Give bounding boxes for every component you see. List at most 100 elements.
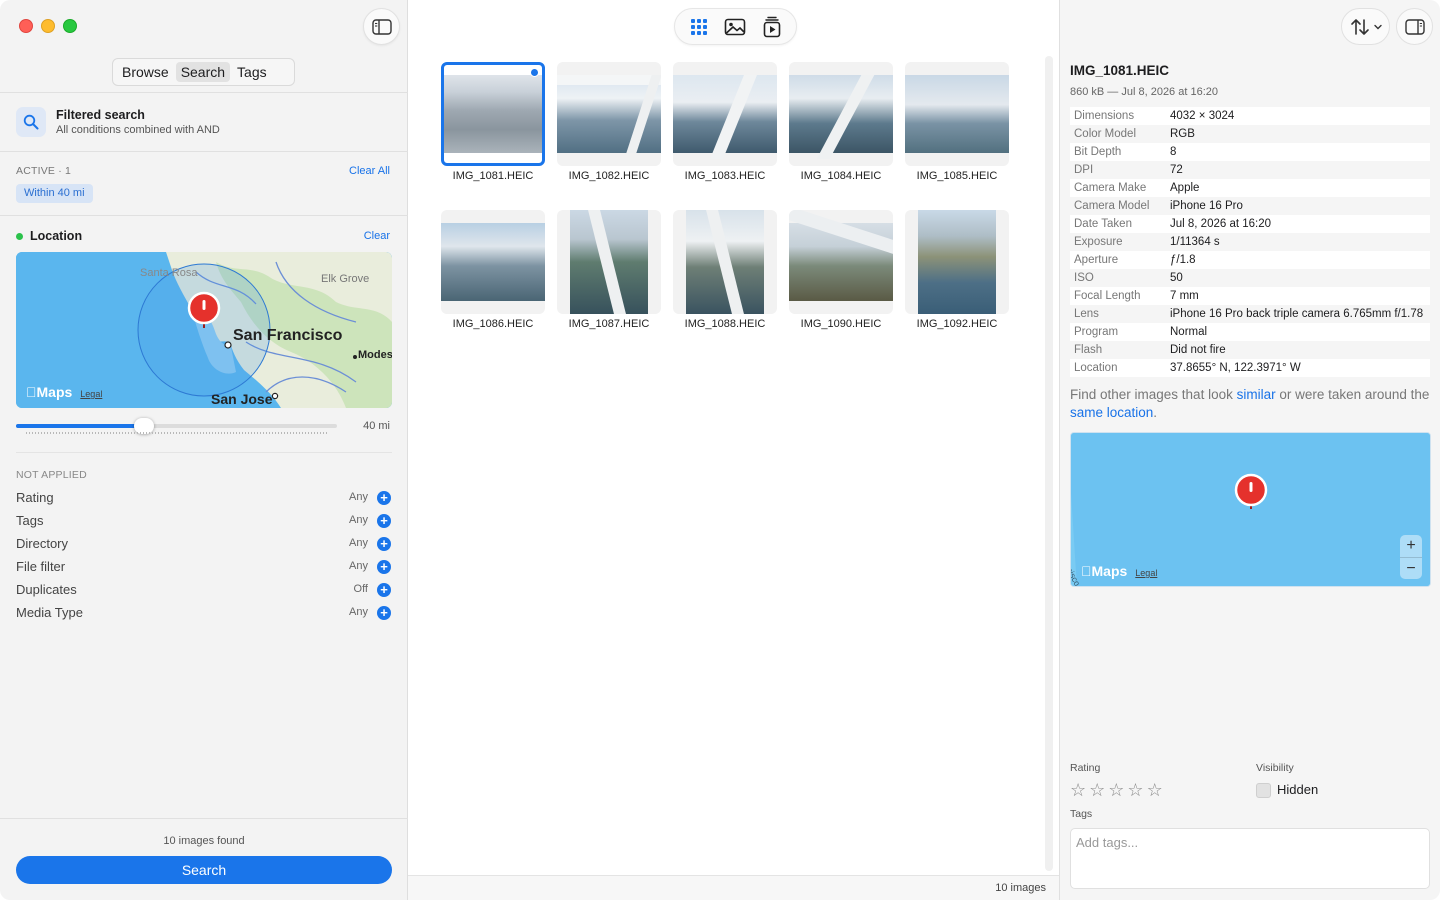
sort-menu-button[interactable] — [1341, 8, 1390, 45]
thumbnail[interactable] — [441, 62, 545, 166]
meta-key: Aperture — [1074, 254, 1119, 266]
minimize-window-button[interactable] — [41, 19, 55, 33]
zoom-out-button[interactable]: − — [1400, 558, 1422, 580]
tab-browse[interactable]: Browse — [117, 62, 174, 82]
wing-shape — [557, 75, 661, 85]
image-grid-pane: IMG_1081.HEIC IMG_1082.HEIC IMG_1083.HEI… — [408, 0, 1059, 900]
view-mode-switcher — [674, 8, 797, 45]
find-similar-text: Find other images that look similar or w… — [1070, 386, 1430, 422]
file-meta: 860 kB — Jul 8, 2026 at 16:20 — [1070, 86, 1218, 98]
star-icon[interactable]: ☆ — [1108, 781, 1124, 799]
meta-key: Exposure — [1074, 236, 1123, 248]
meta-value: Jul 8, 2026 at 16:20 — [1170, 218, 1272, 230]
meta-value: Did not fire — [1170, 344, 1226, 356]
thumbnail[interactable] — [673, 62, 777, 166]
hidden-checkbox-label[interactable]: Hidden — [1277, 782, 1318, 797]
aerial-photo — [905, 75, 1009, 153]
thumbnail[interactable] — [557, 62, 661, 166]
radius-slider-fill — [16, 424, 145, 428]
star-icon[interactable]: ☆ — [1089, 781, 1105, 799]
tags-input[interactable]: Add tags... — [1070, 828, 1430, 889]
thumbnail-caption: IMG_1082.HEIC — [568, 170, 650, 182]
similar-link[interactable]: similar — [1237, 387, 1276, 402]
metadata-row: Aperture ƒ/1.8 — [1070, 251, 1430, 269]
thumbnail[interactable] — [905, 62, 1009, 166]
thumbnail[interactable] — [905, 210, 1009, 314]
grid-scrollbar[interactable] — [1045, 56, 1053, 871]
map-label-modesto: Modes — [358, 349, 392, 361]
location-map[interactable]: Santa Rosa Elk Grove San Francisco Modes… — [16, 252, 392, 408]
star-icon[interactable]: ☆ — [1147, 781, 1163, 799]
filter-row-tags[interactable]: Tags Any + — [16, 511, 392, 531]
single-image-view-button[interactable] — [720, 15, 750, 39]
meta-value: 37.8655° N, 122.3971° W — [1170, 362, 1301, 374]
hidden-checkbox[interactable] — [1256, 783, 1271, 798]
meta-value: Normal — [1170, 326, 1208, 338]
location-clear-button[interactable]: Clear — [364, 230, 390, 242]
divider — [0, 215, 408, 216]
clear-all-button[interactable]: Clear All — [349, 165, 390, 177]
add-filter-icon[interactable]: + — [377, 514, 391, 528]
filter-value: Off — [353, 583, 368, 595]
thumbnail-caption: IMG_1090.HEIC — [800, 318, 882, 330]
grid-view-button[interactable] — [684, 15, 714, 39]
metadata-row: Dimensions 4032 × 3024 — [1070, 107, 1430, 125]
filter-row-file-filter[interactable]: File filter Any + — [16, 557, 392, 577]
meta-key: Camera Make — [1074, 182, 1147, 194]
zoom-window-button[interactable] — [63, 19, 77, 33]
star-icon[interactable]: ☆ — [1070, 781, 1086, 799]
filter-label: Tags — [16, 513, 44, 528]
active-filters-header: ACTIVE · 1 — [16, 165, 72, 177]
add-filter-icon[interactable]: + — [377, 560, 391, 574]
map-legal-link[interactable]: Legal — [1135, 568, 1157, 578]
filter-value: Any — [349, 514, 368, 526]
filter-row-rating[interactable]: Rating Any + — [16, 488, 392, 508]
radius-slider-track[interactable] — [16, 424, 337, 428]
thumbnail[interactable] — [789, 210, 893, 314]
add-filter-icon[interactable]: + — [377, 537, 391, 551]
map-zoom-control: + − — [1400, 535, 1422, 579]
thumbnail-caption: IMG_1087.HEIC — [568, 318, 650, 330]
radius-slider-ticks — [26, 432, 329, 434]
image-count: 10 images — [995, 882, 1046, 894]
location-active-indicator — [16, 233, 23, 240]
metadata-row: Program Normal — [1070, 323, 1430, 341]
thumbnail[interactable] — [441, 210, 545, 314]
thumbnail[interactable] — [557, 210, 661, 314]
add-filter-icon[interactable]: + — [377, 606, 391, 620]
status-bar: 10 images — [408, 875, 1059, 900]
thumbnail[interactable] — [673, 210, 777, 314]
inspector-pane: IMG_1081.HEIC 860 kB — Jul 8, 2026 at 16… — [1059, 0, 1440, 900]
filter-row-duplicates[interactable]: Duplicates Off + — [16, 580, 392, 600]
map-label-san-francisco: San Francisco — [233, 327, 343, 344]
filter-row-media-type[interactable]: Media Type Any + — [16, 603, 392, 623]
image-location-map[interactable]: San Francisco Bay Maps Legal + − — [1070, 432, 1431, 587]
filter-row-directory[interactable]: Directory Any + — [16, 534, 392, 554]
map-legal-link[interactable]: Legal — [80, 389, 102, 399]
search-button[interactable]: Search — [16, 856, 392, 884]
slideshow-view-button[interactable] — [757, 15, 787, 39]
add-filter-icon[interactable]: + — [377, 583, 391, 597]
meta-value: 72 — [1170, 164, 1183, 176]
add-filter-icon[interactable]: + — [377, 491, 391, 505]
slideshow-icon — [763, 16, 781, 37]
divider — [16, 452, 392, 453]
tab-tags[interactable]: Tags — [232, 62, 272, 82]
metadata-row: Color Model RGB — [1070, 125, 1430, 143]
thumbnail[interactable] — [789, 62, 893, 166]
map-label-san-jose: San Jose — [211, 391, 273, 407]
sort-icon — [1350, 18, 1369, 35]
not-applied-header: NOT APPLIED — [16, 469, 87, 481]
metadata-row: Bit Depth 8 — [1070, 143, 1430, 161]
meta-value: 1/11364 s — [1170, 236, 1220, 248]
zoom-in-button[interactable]: + — [1400, 535, 1422, 557]
tab-search[interactable]: Search — [175, 62, 231, 82]
divider — [0, 818, 408, 819]
star-icon[interactable]: ☆ — [1127, 781, 1143, 799]
thumbnail-caption: IMG_1086.HEIC — [452, 318, 534, 330]
active-filter-chip[interactable]: Within 40 mi — [16, 184, 93, 203]
close-window-button[interactable] — [19, 19, 33, 33]
sidebar-toggle-button[interactable] — [363, 8, 400, 45]
inspector-toggle-button[interactable] — [1396, 8, 1433, 45]
same-location-link[interactable]: same location — [1070, 405, 1153, 420]
